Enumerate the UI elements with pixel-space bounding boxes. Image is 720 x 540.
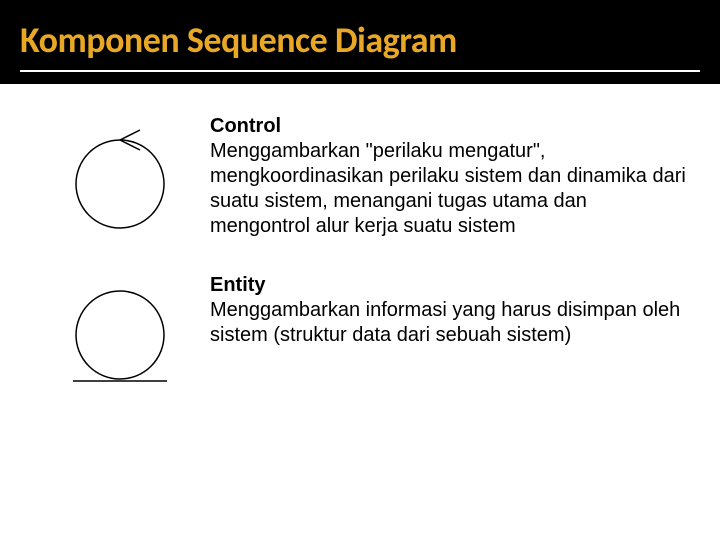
entity-heading: Entity <box>210 274 266 296</box>
control-icon-cell <box>30 114 210 234</box>
entity-icon <box>65 283 175 393</box>
entity-icon-cell <box>30 273 210 393</box>
control-heading: Control <box>210 115 281 137</box>
control-body: Menggambarkan "perilaku mengatur", mengk… <box>210 140 686 237</box>
slide-title: Komponen Sequence Diagram <box>20 18 700 62</box>
item-entity: Entity Menggambarkan informasi yang haru… <box>30 273 690 393</box>
entity-body: Menggambarkan informasi yang harus disim… <box>210 299 680 346</box>
control-text: Control Menggambarkan "perilaku mengatur… <box>210 114 690 239</box>
control-icon <box>65 124 175 234</box>
item-control: Control Menggambarkan "perilaku mengatur… <box>30 114 690 239</box>
slide-content: Control Menggambarkan "perilaku mengatur… <box>0 84 720 457</box>
title-underline <box>20 70 700 72</box>
slide-header: Komponen Sequence Diagram <box>0 0 720 84</box>
entity-text: Entity Menggambarkan informasi yang haru… <box>210 273 690 348</box>
